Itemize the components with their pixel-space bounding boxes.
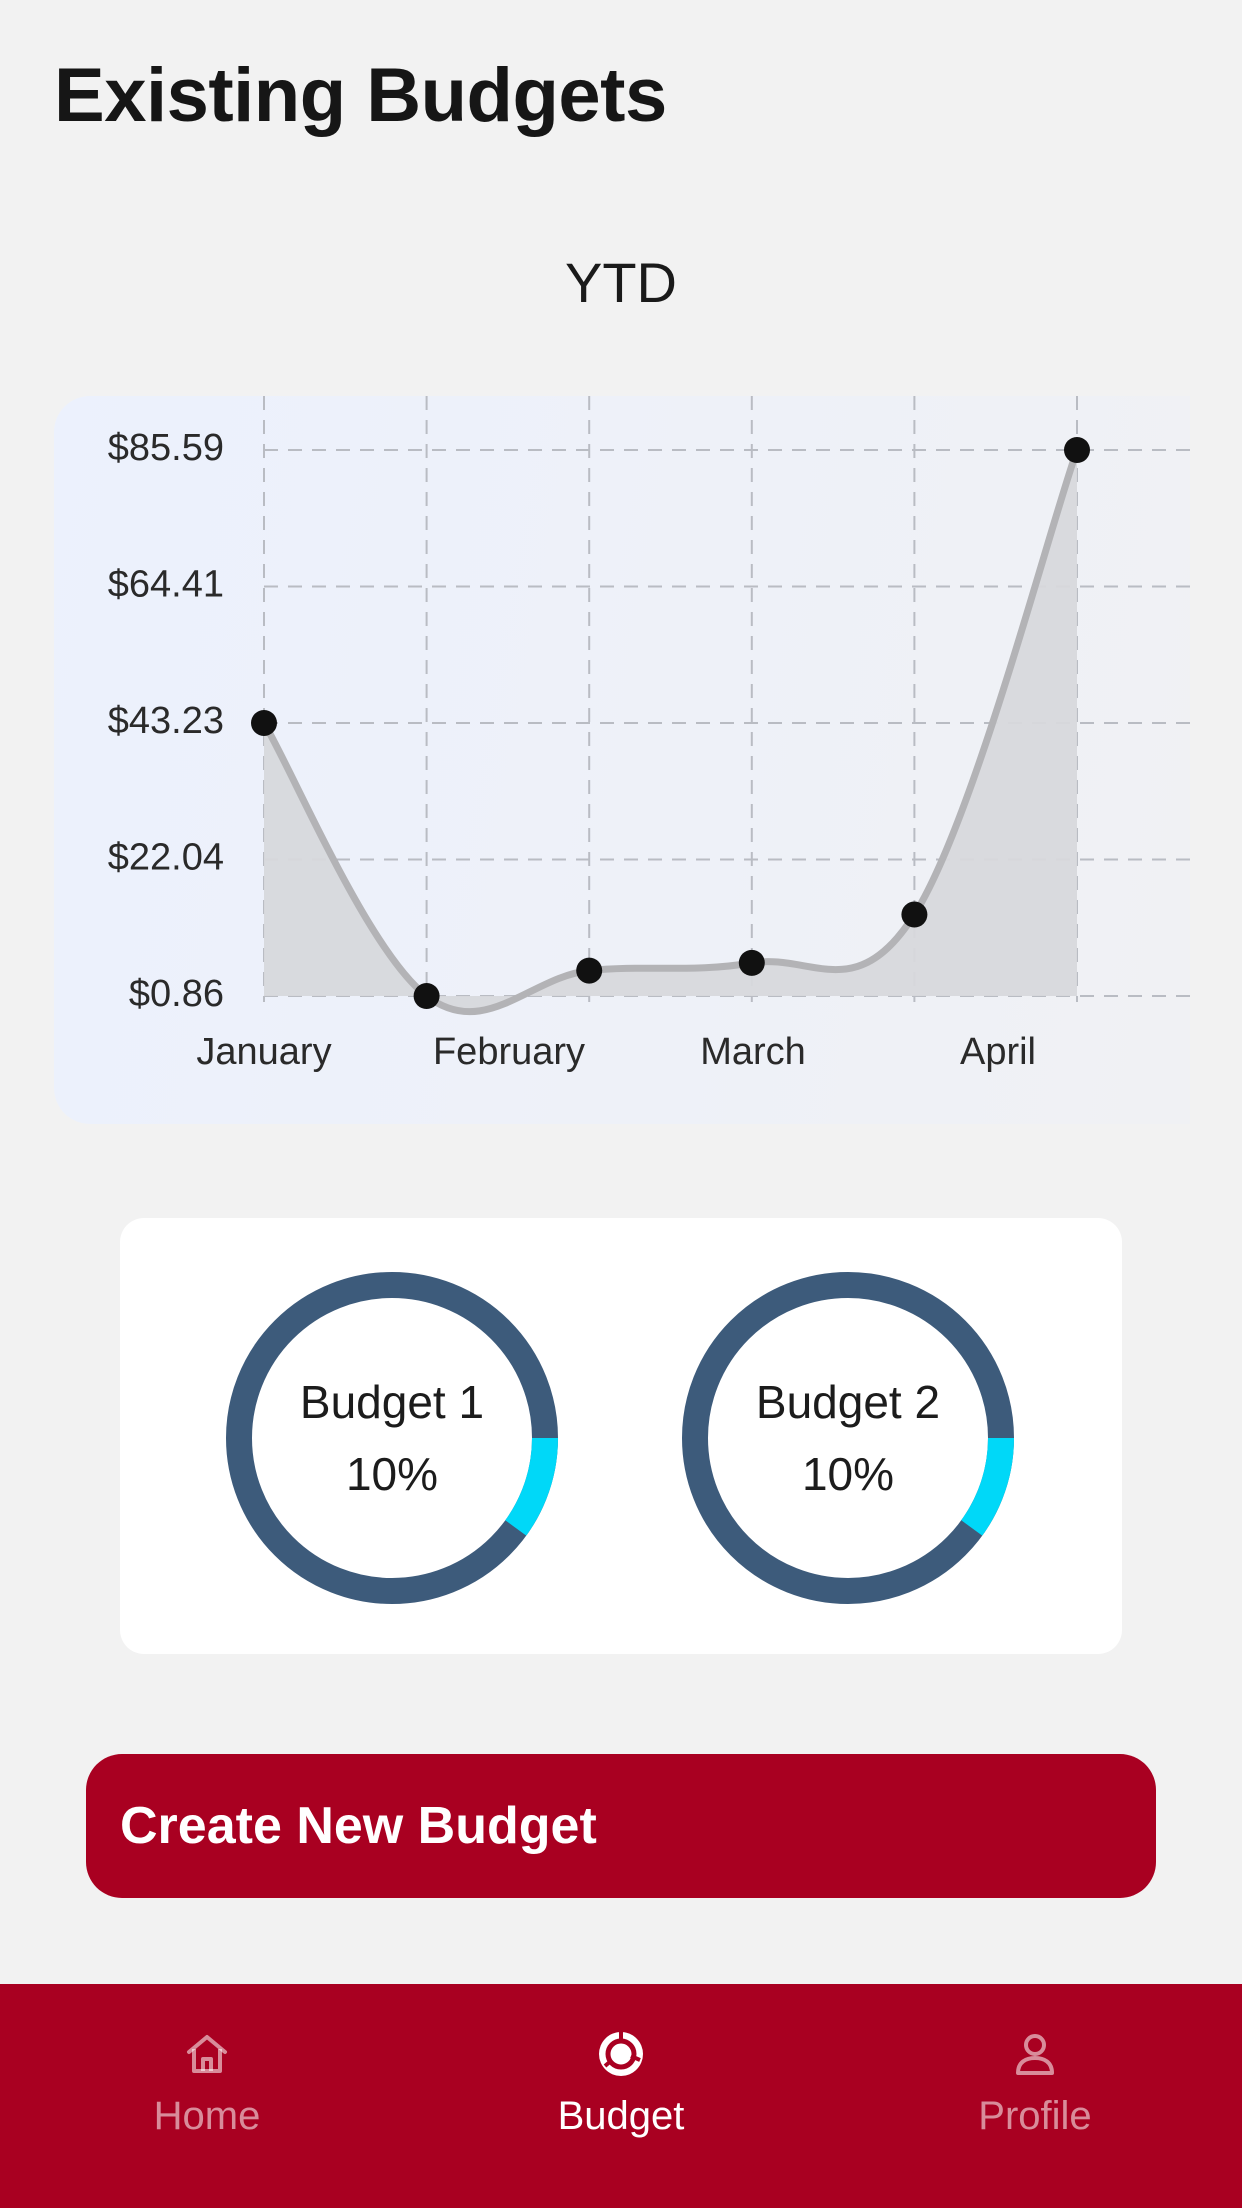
ytd-chart-card: $0.86 $22.04 $43.23 $64.41 $85.59 January Febr… <box>54 396 1190 1124</box>
x-tick-label: March <box>700 1031 806 1073</box>
tab-home-label: Home <box>153 2094 261 2138</box>
tab-profile[interactable]: Profile <box>828 1984 1242 2208</box>
budget-ring-2[interactable]: Budget 2 10% <box>682 1272 1014 1604</box>
budget-ring-1[interactable]: Budget 1 10% <box>226 1272 558 1604</box>
home-icon <box>187 2035 227 2073</box>
data-point <box>901 901 928 928</box>
budget-name: Budget 2 <box>755 1376 941 1428</box>
profile-icon <box>1016 2034 1054 2075</box>
chart-title: YTD <box>565 251 677 314</box>
y-tick-label: $64.41 <box>108 564 224 606</box>
tab-budget-label: Budget <box>557 2094 685 2138</box>
budgets-screen: Existing Budgets YTD $0.86 $22.04 $43.23 $6… <box>0 0 1242 2208</box>
y-tick-label: $85.59 <box>108 427 224 469</box>
y-tick-label: $43.23 <box>108 700 224 742</box>
tab-budget[interactable]: Budget <box>414 1984 828 2208</box>
data-point <box>738 949 765 976</box>
budget-summary-card: Budget 1 10% Budget 2 10% <box>120 1218 1122 1654</box>
budget-name: Budget 1 <box>299 1376 485 1428</box>
data-point <box>576 957 603 984</box>
y-tick-label: $22.04 <box>108 837 224 879</box>
budget-percent: 10% <box>801 1448 895 1500</box>
x-tick-label: February <box>433 1031 585 1073</box>
tab-profile-label: Profile <box>978 2094 1092 2138</box>
area-fill <box>264 450 1077 1012</box>
budget-icon <box>599 2032 643 2076</box>
budget-percent: 10% <box>345 1448 439 1500</box>
page-title: Existing Budgets <box>54 53 667 138</box>
x-tick-label: April <box>960 1031 1036 1073</box>
data-point <box>1064 437 1090 463</box>
data-point <box>251 709 277 736</box>
tab-home[interactable]: Home <box>0 1984 414 2208</box>
ytd-line-chart: $0.86 $22.04 $43.23 $64.41 $85.59 January Febr… <box>108 396 1190 1073</box>
bottom-tab-bar: Home Budget Profile <box>0 1984 1242 2208</box>
data-point <box>413 983 440 1009</box>
x-tick-label: January <box>196 1031 331 1073</box>
create-new-budget-button[interactable]: Create New Budget <box>86 1754 1156 1898</box>
y-tick-label: $0.86 <box>129 973 224 1015</box>
